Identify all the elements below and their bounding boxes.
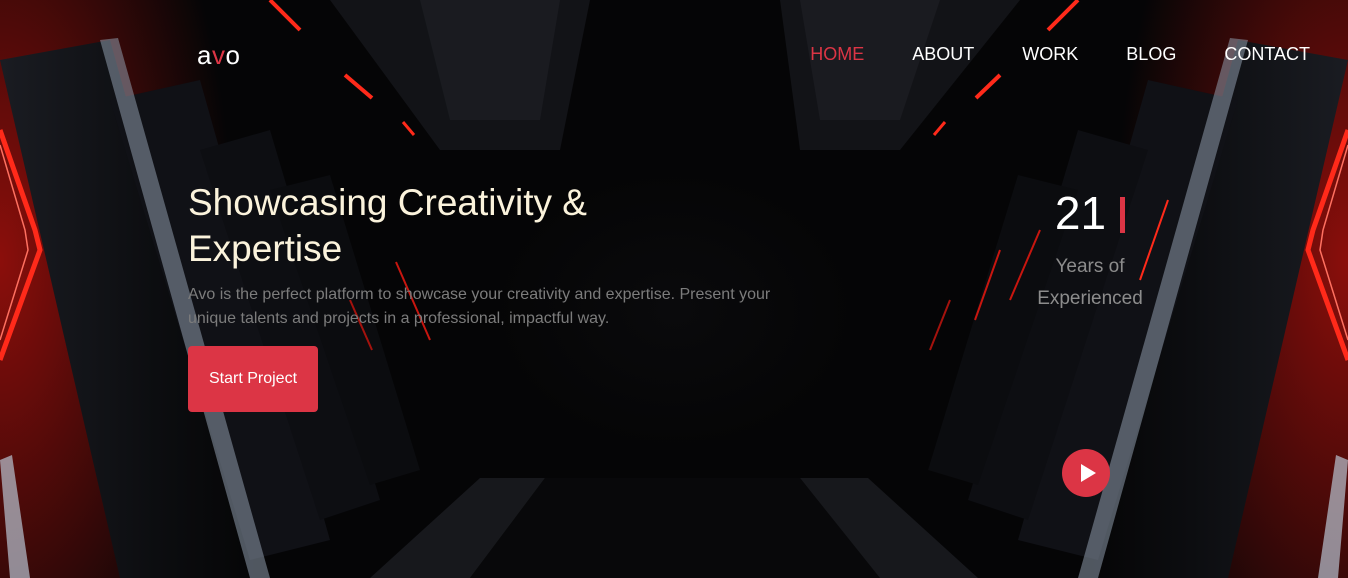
logo-suffix: o [225, 40, 241, 70]
years-label: Years of Experienced [1020, 251, 1160, 315]
nav-item-about[interactable]: ABOUT [912, 43, 974, 65]
start-project-button[interactable]: Start Project [188, 346, 318, 412]
nav-item-contact[interactable]: CONTACT [1224, 43, 1310, 65]
years-count: 21 [1054, 187, 1107, 239]
logo-prefix: a [197, 40, 212, 70]
years-accent-bar [1120, 197, 1126, 233]
hero-section: avo HOME ABOUT WORK BLOG CONTACT Showcas… [0, 0, 1348, 578]
play-video-button[interactable] [1062, 449, 1110, 497]
nav-item-home[interactable]: HOME [810, 43, 864, 65]
years-experience: 21 Years of Experienced [1020, 185, 1160, 315]
play-icon [1081, 464, 1096, 482]
brand-logo[interactable]: avo [197, 40, 240, 71]
hero-title-line2: Expertise [188, 228, 343, 269]
main-nav: HOME ABOUT WORK BLOG CONTACT [762, 43, 1310, 65]
nav-item-work[interactable]: WORK [1022, 43, 1078, 65]
hero-title-line1: Showcasing Creativity & [188, 182, 587, 223]
years-label-line2: Experienced [1037, 288, 1143, 309]
logo-accent-letter: v [211, 40, 226, 70]
years-label-line1: Years of [1055, 256, 1125, 277]
nav-item-blog[interactable]: BLOG [1126, 43, 1176, 65]
hero-description: Avo is the perfect platform to showcase … [188, 286, 771, 327]
hero-title: Showcasing Creativity & Expertise [188, 180, 668, 272]
